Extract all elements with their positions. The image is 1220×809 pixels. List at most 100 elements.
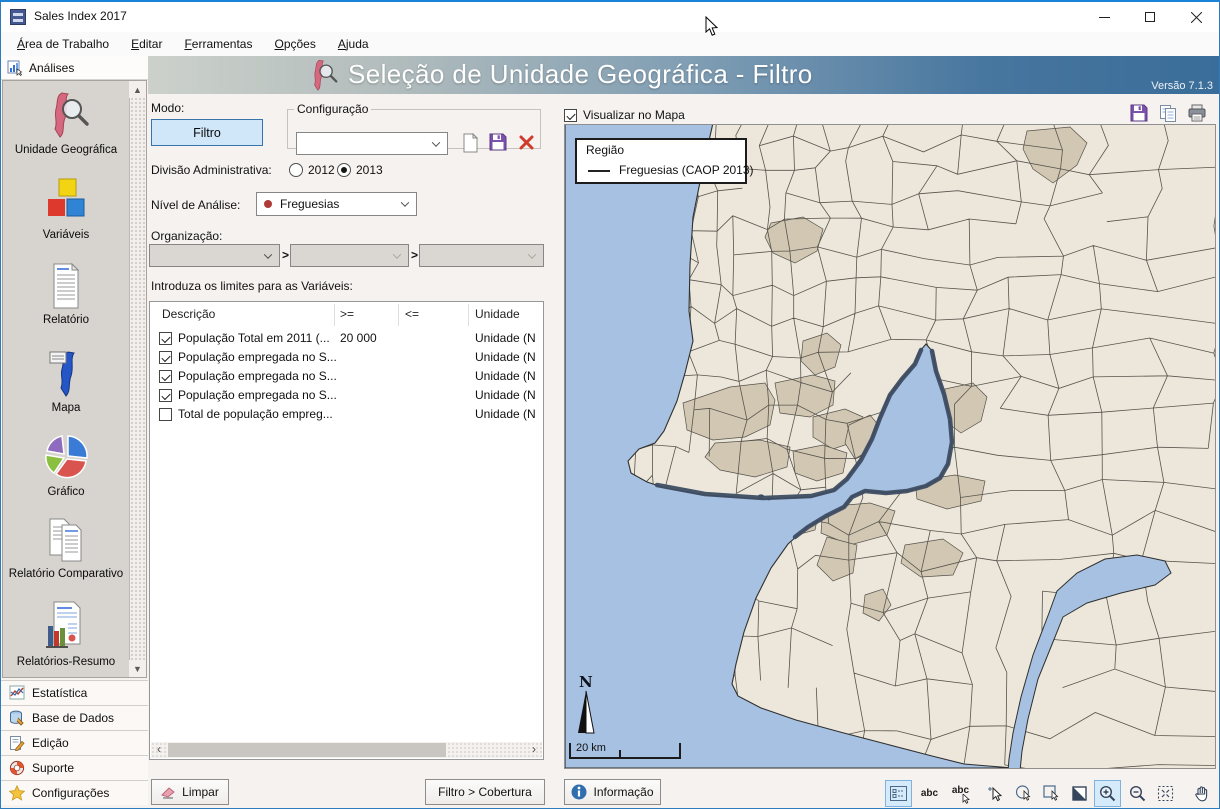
organizacao-select-1[interactable]: [149, 244, 280, 267]
islet: [767, 498, 771, 501]
map-save-button[interactable]: [1128, 102, 1150, 124]
maximize-button[interactable]: [1127, 2, 1173, 32]
sidebar-scrollbar[interactable]: [129, 81, 146, 677]
close-button[interactable]: [1173, 2, 1219, 32]
sidebar-item-grafico-label[interactable]: Gráfico: [3, 486, 129, 498]
header-le[interactable]: <=: [405, 307, 419, 321]
limpar-button[interactable]: Limpar: [151, 779, 229, 805]
map-canvas[interactable]: [565, 125, 1215, 768]
sidebar-item-unidade-geografica-label[interactable]: Unidade Geográfica: [3, 144, 129, 156]
tool-zoom-in[interactable]: [1094, 780, 1121, 807]
table-row[interactable]: Total de população empreg... Unidade (N: [150, 405, 543, 424]
nav-edicao-label: Edição: [32, 736, 69, 750]
new-configuration-icon[interactable]: [462, 133, 479, 153]
radio-2013-label[interactable]: 2013: [356, 163, 383, 177]
nav-estatistica[interactable]: Estatística: [1, 680, 148, 705]
row-checkbox[interactable]: [159, 332, 172, 345]
table-horizontal-scrollbar[interactable]: ‹ ›: [151, 742, 542, 758]
table-row[interactable]: População Total em 2011 (... 20 000 Unid…: [150, 329, 543, 348]
tool-invert-selection[interactable]: [1066, 780, 1093, 807]
tool-zoom-extent[interactable]: [1152, 780, 1179, 807]
sidebar-scroll-up-arrow[interactable]: ▲: [129, 81, 146, 98]
tool-select-circle[interactable]: [1010, 780, 1037, 807]
tool-select-rectangle[interactable]: [1038, 780, 1065, 807]
map-copy-button[interactable]: [1157, 102, 1179, 124]
table-row[interactable]: População empregada no S... Unidade (N: [150, 348, 543, 367]
maximize-icon: [1145, 12, 1155, 22]
nav-configuracoes[interactable]: Configurações: [1, 780, 148, 805]
radio-2012-label[interactable]: 2012: [308, 163, 335, 177]
star-icon: [9, 785, 25, 801]
radio-2013[interactable]: [337, 163, 351, 177]
menu-editar[interactable]: Editar: [123, 34, 170, 54]
sidebar-item-grafico[interactable]: [3, 433, 129, 483]
header-ge[interactable]: >=: [340, 307, 354, 321]
menu-area-de-trabalho[interactable]: Área de Trabalho: [9, 34, 117, 54]
row-checkbox[interactable]: [159, 351, 172, 364]
legend-list-icon: [890, 786, 907, 801]
visualizar-no-mapa-checkbox[interactable]: [564, 109, 577, 122]
delete-configuration-icon[interactable]: [519, 135, 534, 150]
sidebar: Unidade Geográfica Variáveis Relatório: [2, 80, 147, 678]
radio-2012[interactable]: [289, 163, 303, 177]
organizacao-select-2[interactable]: [290, 244, 409, 267]
legend-title: Região: [586, 143, 624, 157]
scrollbar-thumb[interactable]: [168, 743, 446, 757]
circle-select-icon: [1015, 785, 1032, 802]
pie-chart-icon: [42, 433, 90, 483]
sidebar-item-relatorio-comparativo[interactable]: [3, 515, 129, 565]
tool-pan[interactable]: [1187, 780, 1214, 807]
page-header: Seleção de Unidade Geográfica - Filtro V…: [148, 56, 1220, 94]
filtro-cobertura-button[interactable]: Filtro > Cobertura: [425, 779, 545, 805]
row-checkbox[interactable]: [159, 408, 172, 421]
map-print-button[interactable]: [1186, 102, 1208, 124]
map-viewport[interactable]: Região Freguesias (CAOP 2013) N 20 km: [564, 124, 1216, 769]
sidebar-item-variaveis[interactable]: [3, 176, 129, 226]
sidebar-item-relatorios-resumo[interactable]: [3, 600, 129, 652]
save-map-icon: [1130, 104, 1148, 122]
summary-reports-icon: [42, 600, 90, 652]
filtro-mode-button[interactable]: Filtro: [151, 119, 263, 146]
row-checkbox[interactable]: [159, 389, 172, 402]
sidebar-scroll-down-arrow[interactable]: ▼: [129, 660, 146, 677]
informacao-button[interactable]: Informação: [564, 779, 661, 805]
tool-label-select[interactable]: abc: [947, 780, 974, 807]
table-row[interactable]: População empregada no S... Unidade (N: [150, 386, 543, 405]
sidebar-item-mapa-label[interactable]: Mapa: [3, 402, 129, 414]
header-unidade[interactable]: Unidade: [475, 307, 520, 321]
compare-reports-icon: [42, 515, 90, 565]
row-checkbox[interactable]: [159, 370, 172, 383]
nav-suporte[interactable]: Suporte: [1, 755, 148, 780]
save-configuration-icon[interactable]: [489, 133, 507, 151]
scroll-right-arrow[interactable]: ›: [526, 742, 542, 758]
tool-legend-toggle[interactable]: [885, 780, 912, 807]
tool-zoom-out[interactable]: [1124, 780, 1151, 807]
menu-ferramentas[interactable]: Ferramentas: [176, 34, 260, 54]
sidebar-item-relatorio-comparativo-label[interactable]: Relatório Comparativo: [3, 568, 129, 580]
chevron-down-icon: [432, 138, 440, 146]
sidebar-item-relatorios-resumo-label[interactable]: Relatórios-Resumo: [3, 656, 129, 668]
configuracao-select[interactable]: [296, 132, 448, 155]
menu-opcoes[interactable]: Opções: [266, 34, 323, 54]
analises-header[interactable]: Análises: [1, 56, 148, 80]
title-bar[interactable]: Sales Index 2017: [1, 2, 1219, 32]
sidebar-item-variaveis-label[interactable]: Variáveis: [3, 229, 129, 241]
organizacao-select-3[interactable]: [419, 244, 544, 267]
nav-edicao[interactable]: Edição: [1, 730, 148, 755]
header-descricao[interactable]: Descrição: [162, 307, 215, 321]
sidebar-item-mapa[interactable]: [3, 348, 129, 398]
sidebar-item-relatorio-label[interactable]: Relatório: [3, 314, 129, 326]
visualizar-no-mapa-label[interactable]: Visualizar no Mapa: [583, 108, 685, 122]
sidebar-item-unidade-geografica[interactable]: [3, 91, 129, 141]
tool-select-feature[interactable]: [982, 780, 1009, 807]
nivel-de-analise-select[interactable]: Freguesias: [256, 192, 417, 216]
minimize-button[interactable]: [1081, 2, 1127, 32]
zoom-in-icon: [1099, 785, 1116, 802]
page-title: Seleção de Unidade Geográfica - Filtro: [348, 59, 813, 90]
table-row[interactable]: População empregada no S... Unidade (N: [150, 367, 543, 386]
tool-labels[interactable]: abc: [916, 780, 943, 807]
scroll-left-arrow[interactable]: ‹: [151, 742, 167, 758]
nav-base-de-dados[interactable]: Base de Dados: [1, 705, 148, 730]
menu-ajuda[interactable]: Ajuda: [330, 34, 377, 54]
sidebar-item-relatorio[interactable]: [3, 261, 129, 311]
